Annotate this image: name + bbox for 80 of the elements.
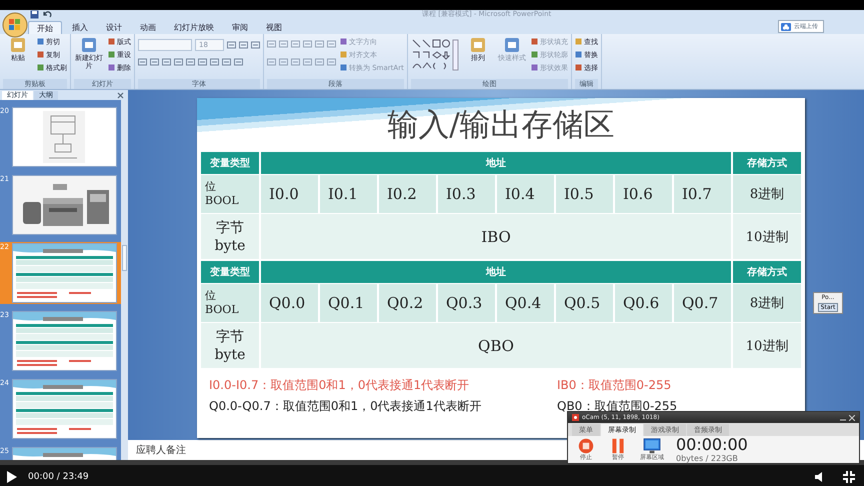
table-cell: IBO xyxy=(261,214,731,259)
table-cell: 位 BOOL xyxy=(201,284,259,322)
table-cell: 10进制 xyxy=(733,214,801,259)
table-cell: 10进制 xyxy=(733,323,801,368)
table-cell: Q0.4 xyxy=(497,284,554,322)
format-icon[interactable] xyxy=(222,58,231,66)
table-cell: 字节 byte xyxy=(201,323,259,368)
format-icon[interactable] xyxy=(251,41,260,49)
table-cell: Q0.2 xyxy=(379,284,436,322)
note-text: Q0.0-Q0.7：取值范围0和1，0代表接通1代表断开 xyxy=(209,398,482,415)
format-icon[interactable] xyxy=(198,58,207,66)
stop-icon xyxy=(576,438,596,454)
format-icon[interactable] xyxy=(162,58,171,66)
paragraph-icon[interactable] xyxy=(303,40,312,48)
paragraph-icon[interactable] xyxy=(279,40,288,48)
table-cell: 字节 byte xyxy=(201,214,259,259)
note-text: I0.0-I0.7：取值范围0和1，0代表接通1代表断开 xyxy=(209,377,470,394)
file-size: 0bytes / 223GB xyxy=(676,454,739,463)
format-icon[interactable] xyxy=(227,41,236,49)
format-icon[interactable] xyxy=(138,58,147,66)
table-header: 变量类型 xyxy=(201,261,259,283)
format-icon[interactable] xyxy=(239,41,248,49)
table-cell: 8进制 xyxy=(733,284,801,322)
app-icon xyxy=(572,414,579,421)
ribbon-tab[interactable]: 设计 xyxy=(98,21,130,34)
format-icon[interactable] xyxy=(234,58,243,66)
table-cell: Q0.6 xyxy=(615,284,672,322)
monitor-icon xyxy=(641,438,663,454)
note-text: IB0：取值范围0-255 xyxy=(557,377,672,394)
paragraph-icon[interactable] xyxy=(291,40,300,48)
scrollbar[interactable] xyxy=(121,100,128,460)
ribbon-tab[interactable]: 开始 xyxy=(28,21,62,34)
command-icon xyxy=(502,36,521,54)
paragraph-icon[interactable] xyxy=(315,40,324,48)
undo-icon[interactable] xyxy=(43,10,52,19)
playback-time: 00:00 / 23:49 xyxy=(28,472,89,482)
table-header: 存储方式 xyxy=(733,261,801,283)
slide-title: 输入/输出存储区 xyxy=(386,106,616,145)
table-cell: Q0.0 xyxy=(261,284,318,322)
ribbon-tab[interactable]: 插入 xyxy=(64,21,96,34)
table-cell: I0.7 xyxy=(674,175,731,213)
table-cell: I0.4 xyxy=(497,175,554,213)
table-cell: 8进制 xyxy=(733,175,801,213)
table-cell: I0.0 xyxy=(261,175,318,213)
table-header: 地址 xyxy=(261,261,731,283)
ribbon-tab[interactable]: 幻灯片放映 xyxy=(166,21,222,34)
command-icon xyxy=(9,36,27,54)
save-icon[interactable] xyxy=(30,10,39,19)
format-icon[interactable] xyxy=(186,58,195,66)
table-cell: QBO xyxy=(261,323,731,368)
paragraph-icon[interactable] xyxy=(267,40,276,48)
ribbon-tab[interactable]: 视图 xyxy=(258,21,290,34)
format-icon[interactable] xyxy=(174,58,183,66)
ribbon-tab[interactable]: 审阅 xyxy=(224,21,256,34)
format-icon[interactable] xyxy=(150,58,159,66)
table-cell: Q0.1 xyxy=(320,284,377,322)
table-cell: I0.5 xyxy=(556,175,613,213)
play-icon[interactable] xyxy=(6,470,18,484)
cloud-icon xyxy=(781,22,791,30)
paragraph-icon[interactable] xyxy=(327,40,336,48)
table-cell: 位 BOOL xyxy=(201,175,259,213)
notes-text: 应聘人备注 xyxy=(136,444,186,457)
table-cell: I0.2 xyxy=(379,175,436,213)
command-icon xyxy=(468,36,487,54)
command-icon xyxy=(80,36,98,54)
table-header: 地址 xyxy=(261,152,731,174)
table-cell: I0.6 xyxy=(615,175,672,213)
table-cell: Q0.5 xyxy=(556,284,613,322)
recording-time: 00:00:00 xyxy=(676,436,748,454)
table-cell: I0.1 xyxy=(320,175,377,213)
table-header: 变量类型 xyxy=(201,152,259,174)
close-icon[interactable] xyxy=(117,92,124,99)
font-name-field[interactable] xyxy=(138,39,192,51)
format-icon[interactable] xyxy=(210,58,219,66)
fullscreen-icon[interactable] xyxy=(842,470,856,484)
table-cell: Q0.7 xyxy=(674,284,731,322)
table-cell: I0.3 xyxy=(438,175,495,213)
table-header: 存储方式 xyxy=(733,152,801,174)
ribbon-tab[interactable]: 动画 xyxy=(132,21,164,34)
table-cell: Q0.3 xyxy=(438,284,495,322)
